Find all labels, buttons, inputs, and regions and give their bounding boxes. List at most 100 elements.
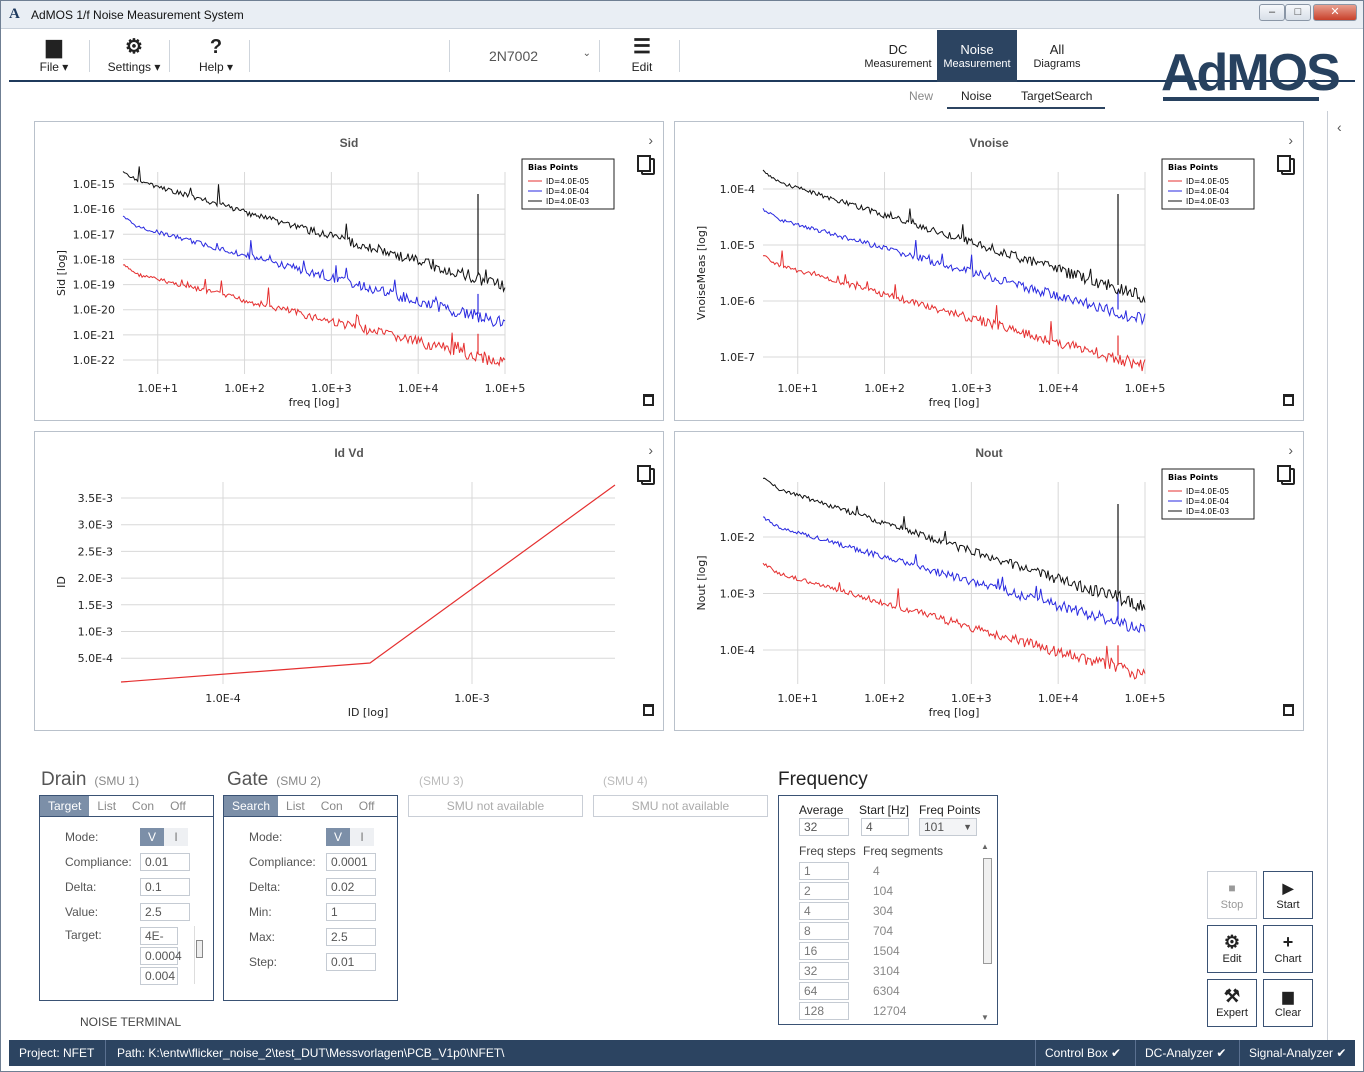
x-axis-label: freq [log]	[289, 396, 340, 409]
tab-off[interactable]: Off	[162, 796, 194, 816]
target-scrollbar[interactable]	[194, 926, 204, 984]
trash-icon[interactable]	[1283, 394, 1294, 406]
freq-scrollbar[interactable]: ▲ ▼	[981, 842, 993, 1022]
gate-tabs: Search List Con Off	[224, 796, 397, 816]
help-label: Help ▾	[198, 60, 234, 74]
freq-step-input[interactable]: 2	[799, 882, 849, 900]
y-tick-label: 1.0E-21	[73, 329, 115, 342]
start-input[interactable]: 4	[861, 818, 909, 836]
help-menu[interactable]: ? Help ▾	[195, 36, 237, 74]
tab-dc-measurement[interactable]: DC Measurement	[859, 30, 937, 82]
tab-con[interactable]: Con	[313, 796, 351, 816]
app-logo-icon: A	[9, 6, 20, 22]
y-axis-label: Nout [log]	[695, 555, 708, 610]
start-label: Start [Hz]	[859, 803, 910, 817]
x-tick-label: 1.0E+2	[864, 692, 905, 705]
target-input-1[interactable]: 0.0004	[140, 947, 182, 965]
delta-input[interactable]: 0.02	[326, 878, 376, 896]
chevron-right-icon[interactable]: ›	[648, 132, 653, 148]
gate-title: Gate (SMU 2)	[227, 769, 321, 790]
trash-icon[interactable]	[643, 704, 654, 716]
freq-segment-value: 4	[873, 864, 880, 878]
title-bar: A AdMOS 1/f Noise Measurement System – □…	[1, 1, 1363, 29]
copy-icon[interactable]	[637, 155, 655, 175]
chart-button[interactable]: + Chart	[1263, 925, 1313, 973]
maximize-button[interactable]: □	[1285, 4, 1311, 21]
freq-points-select[interactable]: 101 ▼	[919, 818, 977, 836]
x-tick-label: 1.0E+1	[777, 382, 818, 395]
side-collapse-icon[interactable]: ‹	[1337, 119, 1342, 135]
chevron-right-icon[interactable]: ›	[1288, 132, 1293, 148]
x-tick-label: 1.0E+5	[485, 382, 526, 395]
tab-con[interactable]: Con	[124, 796, 162, 816]
trash-icon[interactable]	[1283, 704, 1294, 716]
mode-v-button[interactable]: V	[326, 828, 350, 846]
x-tick-label: 1.0E+3	[951, 692, 992, 705]
tab-search[interactable]: Search	[224, 796, 279, 816]
mode-v-button[interactable]: V	[140, 828, 164, 846]
expert-button[interactable]: ⚒ Expert	[1207, 979, 1257, 1027]
step-input[interactable]: 0.01	[326, 953, 376, 971]
average-input[interactable]: 32	[799, 818, 849, 836]
vnoise-plot: 1.0E+1 1.0E+2 1.0E+3 1.0E+4 1.0E+5 1.0E-4 1.0E…	[695, 158, 1255, 409]
chevron-right-icon[interactable]: ›	[1288, 442, 1293, 458]
y-tick-label: 1.0E-19	[73, 279, 115, 292]
freq-step-input[interactable]: 16	[799, 942, 849, 960]
chevron-right-icon[interactable]: ›	[648, 442, 653, 458]
min-input[interactable]: 1	[326, 903, 376, 921]
x-tick-label: 1.0E+3	[311, 382, 352, 395]
y-tick-label: 1.0E-22	[73, 354, 115, 367]
smu3-title: (SMU 3)	[419, 774, 464, 788]
compliance-input[interactable]: 0.0001	[326, 853, 376, 871]
copy-icon[interactable]	[1277, 155, 1295, 175]
x-tick-label: 1.0E+4	[1038, 382, 1079, 395]
mode-i-button[interactable]: I	[350, 828, 374, 846]
tab-list[interactable]: List	[89, 796, 124, 816]
tab-list[interactable]: List	[278, 796, 313, 816]
tab-off[interactable]: Off	[351, 796, 383, 816]
tab-noise-measurement[interactable]: Noise Measurement	[937, 30, 1017, 82]
value-input[interactable]: 2.5	[140, 903, 190, 921]
y-tick-label: 1.0E-18	[73, 253, 115, 266]
x-tick-label: 1.0E+2	[224, 382, 265, 395]
freq-step-input[interactable]: 8	[799, 922, 849, 940]
signal-analyzer-status: Signal-Analyzer ✔	[1249, 1046, 1347, 1060]
copy-icon[interactable]	[637, 465, 655, 485]
drain-tabs: Target List Con Off	[40, 796, 213, 816]
edit-menu[interactable]: ☰ Edit	[627, 36, 657, 74]
subtab-noise[interactable]: Noise	[961, 89, 992, 103]
device-select[interactable]: 2N7002 ⌄	[469, 48, 599, 64]
minimize-button[interactable]: –	[1259, 4, 1285, 21]
settings-menu[interactable]: ⚙ Settings ▾	[105, 36, 163, 74]
max-input[interactable]: 2.5	[326, 928, 376, 946]
copy-icon[interactable]	[1277, 465, 1295, 485]
edit-button[interactable]: ⚙ Edit	[1207, 925, 1257, 973]
freq-step-input[interactable]: 4	[799, 902, 849, 920]
freq-step-input[interactable]: 64	[799, 982, 849, 1000]
subtab-new[interactable]: New	[909, 89, 933, 103]
dc-analyzer-status: DC-Analyzer ✔	[1145, 1046, 1227, 1060]
series-line	[122, 166, 506, 293]
start-button[interactable]: ▶ Start	[1263, 871, 1313, 919]
freq-step-input[interactable]: 1	[799, 862, 849, 880]
mode-i-button[interactable]: I	[164, 828, 188, 846]
file-menu[interactable]: ▆ File ▾	[37, 36, 71, 74]
delta-input[interactable]: 0.1	[140, 878, 190, 896]
freq-step-input[interactable]: 32	[799, 962, 849, 980]
clear-button[interactable]: ▆ Clear	[1263, 979, 1313, 1027]
close-button[interactable]: ✕	[1313, 4, 1357, 21]
x-tick-label: 1.0E+1	[777, 692, 818, 705]
x-axis-label: freq [log]	[929, 706, 980, 719]
freq-step-input[interactable]: 128	[799, 1002, 849, 1020]
tab-all-diagrams[interactable]: All Diagrams	[1017, 30, 1097, 82]
tab-target[interactable]: Target	[40, 796, 90, 816]
target-input-2[interactable]: 0.004	[140, 967, 178, 985]
stop-button[interactable]: ■ Stop	[1207, 871, 1257, 919]
freq-steps-header: Freq steps	[799, 844, 856, 858]
trash-icon[interactable]	[643, 394, 654, 406]
subtab-targetsearch[interactable]: TargetSearch	[1021, 89, 1092, 103]
min-label: Min:	[249, 905, 272, 919]
target-input-0[interactable]: 4E-05	[140, 927, 178, 959]
compliance-input[interactable]: 0.01	[140, 853, 190, 871]
smu4-unavailable: SMU not available	[593, 795, 768, 817]
